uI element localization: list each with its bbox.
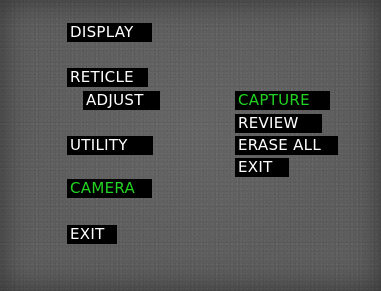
menu-item-utility[interactable]: UTILITY	[67, 136, 153, 155]
submenu-item-capture[interactable]: CAPTURE	[235, 91, 330, 110]
menu-item-reticle-adjust-continuation[interactable]: ADJUST	[83, 91, 160, 110]
menu-item-display[interactable]: DISPLAY	[67, 23, 152, 42]
submenu-item-exit[interactable]: EXIT	[235, 158, 289, 177]
menu-item-exit[interactable]: EXIT	[67, 225, 117, 244]
submenu-item-erase-all[interactable]: ERASE ALL	[235, 136, 338, 155]
menu-item-reticle-adjust[interactable]: RETICLE	[67, 68, 148, 87]
viewfinder-screen: DISPLAY RETICLE ADJUST UTILITY CAMERA EX…	[0, 0, 381, 291]
submenu-item-review[interactable]: REVIEW	[235, 114, 322, 133]
menu-item-camera[interactable]: CAMERA	[67, 179, 152, 198]
